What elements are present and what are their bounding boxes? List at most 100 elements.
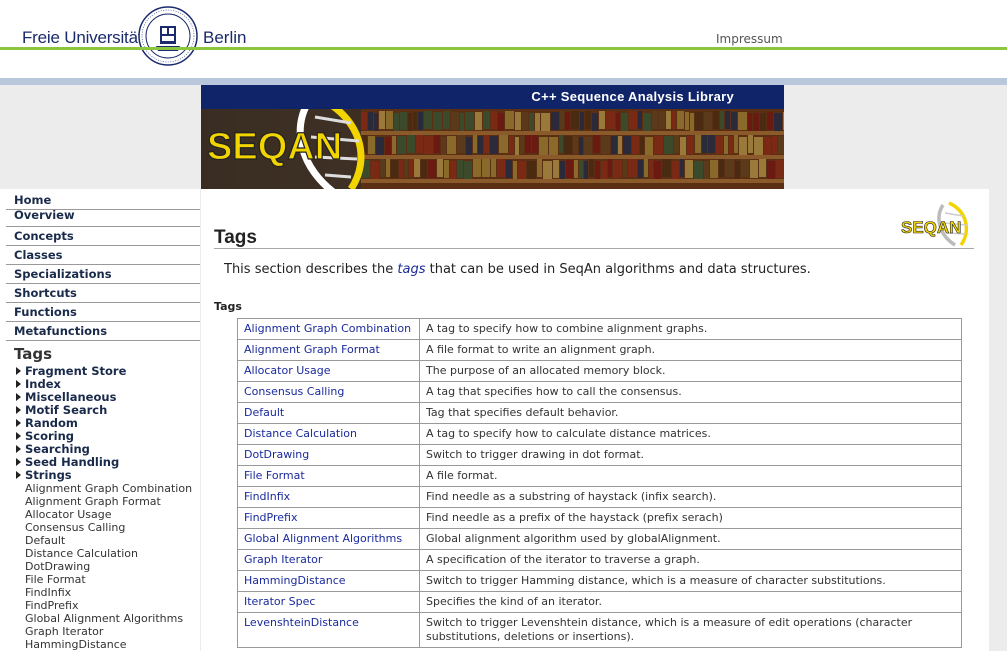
sidebar-section-title: Tags [14,345,53,363]
tag-description: Find needle as a substring of haystack (… [419,486,962,508]
tree-category-scoring[interactable]: Scoring [16,429,74,443]
nav-classes[interactable]: Classes [6,246,200,265]
university-seal-icon [138,6,198,66]
nav-metafunctions[interactable]: Metafunctions [6,322,200,341]
tag-description: Specifies the kind of an iterator. [419,591,962,613]
tag-name-link[interactable]: Global Alignment Algorithms [237,528,420,550]
tag-name-link[interactable]: FindInfix [237,486,420,508]
svg-text:SEQAN: SEQAN [901,218,961,237]
table-row: Allocator Usage The purpose of an allocat… [237,360,962,382]
sidebar-tag-link[interactable]: Consensus Calling [25,521,125,534]
table-row: Distance Calculation A tag to specify how… [237,423,962,445]
svg-text:SEQAN: SEQAN [207,126,342,168]
sidebar-tag-link[interactable]: Global Alignment Algorithms [25,612,183,625]
seqan-small-logo: SEQAN [901,201,969,247]
sidebar-tag-link[interactable]: Allocator Usage [25,508,112,521]
nav-concepts[interactable]: Concepts [6,227,200,246]
table-row: Default Tag that specifies default behavi… [237,402,962,424]
impressum-link[interactable]: Impressum [716,32,783,46]
sidebar-tag-link[interactable]: Distance Calculation [25,547,138,560]
expand-triangle-icon[interactable] [16,367,21,375]
nav-overview[interactable]: Overview [6,208,200,227]
banner-title: C++ Sequence Analysis Library [531,89,734,104]
tag-description: Switch to trigger Hamming distance, whic… [419,570,962,592]
tree-category-motif-search[interactable]: Motif Search [16,403,107,417]
tag-name-link[interactable]: Alignment Graph Combination [237,318,420,340]
banner-image: SEQAN [201,109,784,189]
table-row: Global Alignment Algorithms Global alignm… [237,528,962,550]
sidebar-tag-link[interactable]: Graph Iterator [25,625,103,638]
tags-table: Alignment Graph Combination A tag to spec… [237,318,962,648]
tag-name-link[interactable]: Default [237,402,420,424]
tree-category-random[interactable]: Random [16,416,78,430]
tag-name-link[interactable]: Alignment Graph Format [237,339,420,361]
tree-category-strings[interactable]: Strings [16,468,72,482]
header-blue-band [0,78,1007,85]
tag-description: A tag that specifies how to call the con… [419,381,962,403]
tag-name-link[interactable]: FindPrefix [237,507,420,529]
expand-triangle-icon[interactable] [16,458,21,466]
table-heading: Tags [214,300,242,313]
tag-description: A file format to write an alignment grap… [419,339,962,361]
tags-link[interactable]: tags [397,262,425,277]
sidebar-tag-link[interactable]: Alignment Graph Combination [25,482,192,495]
table-row: Iterator Spec Specifies the kind of an it… [237,591,962,613]
tree-category-searching[interactable]: Searching [16,442,90,456]
sidebar-tag-link[interactable]: FindPrefix [25,599,78,612]
tree-category-fragment-store[interactable]: Fragment Store [16,364,126,378]
sidebar: Home Overview Concepts Classes Specializ… [0,189,200,651]
tag-description: A specification of the iterator to trave… [419,549,962,571]
tag-name-link[interactable]: Iterator Spec [237,591,420,613]
sidebar-tag-link[interactable]: DotDrawing [25,560,90,573]
tree-category-seed-handling[interactable]: Seed Handling [16,455,119,469]
table-row: Alignment Graph Combination A tag to spec… [237,318,962,340]
table-row: DotDrawing Switch to trigger drawing in d… [237,444,962,466]
title-divider [214,248,974,249]
site-header: Freie Universität Berlin Impressum [0,0,1007,78]
page-title: Tags [214,227,257,248]
university-name-left: Freie Universität [22,28,143,47]
expand-triangle-icon[interactable] [16,419,21,427]
expand-triangle-icon[interactable] [16,380,21,388]
tag-name-link[interactable]: DotDrawing [237,444,420,466]
table-row: Consensus Calling A tag that specifies ho… [237,381,962,403]
intro-text: This section describes the tags that can… [224,262,811,277]
nav-specializations[interactable]: Specializations [6,265,200,284]
tree-category-index[interactable]: Index [16,377,61,391]
tag-name-link[interactable]: Allocator Usage [237,360,420,382]
sidebar-tag-link[interactable]: Alignment Graph Format [25,495,161,508]
expand-triangle-icon[interactable] [16,471,21,479]
expand-triangle-icon[interactable] [16,406,21,414]
sidebar-tag-link[interactable]: File Format [25,573,86,586]
nav-functions[interactable]: Functions [6,303,200,322]
tag-name-link[interactable]: Distance Calculation [237,423,420,445]
university-name-right: Berlin [203,28,247,47]
sidebar-tag-link[interactable]: Default [25,534,65,547]
expand-triangle-icon[interactable] [16,445,21,453]
table-row: FindPrefix Find needle as a prefix of the… [237,507,962,529]
table-row: HammingDistance Switch to trigger Hamming… [237,570,962,592]
table-row: Alignment Graph Format A file format to w… [237,339,962,361]
expand-triangle-icon[interactable] [16,393,21,401]
tag-name-link[interactable]: File Format [237,465,420,487]
sidebar-tag-link[interactable]: FindInfix [25,586,71,599]
table-row: FindInfix Find needle as a substring of h… [237,486,962,508]
table-row: LevenshteinDistance Switch to trigger Lev… [237,612,962,648]
tag-name-link[interactable]: Consensus Calling [237,381,420,403]
header-green-divider [0,47,1007,50]
tag-description: A file format. [419,465,962,487]
table-row: Graph Iterator A specification of the ite… [237,549,962,571]
tag-name-link[interactable]: HammingDistance [237,570,420,592]
tag-name-link[interactable]: Graph Iterator [237,549,420,571]
main-content: SEQAN Tags This section describes the ta… [201,189,989,651]
intro-text-end: that can be used in SeqAn algorithms and… [425,262,811,277]
nav-shortcuts[interactable]: Shortcuts [6,284,200,303]
tag-description: Switch to trigger drawing in dot format. [419,444,962,466]
sidebar-tag-link[interactable]: HammingDistance [25,638,127,651]
seqan-logo: SEQAN [206,109,365,189]
tree-category-miscellaneous[interactable]: Miscellaneous [16,390,116,404]
tag-description: A tag to specify how to calculate distan… [419,423,962,445]
expand-triangle-icon[interactable] [16,432,21,440]
tag-name-link[interactable]: LevenshteinDistance [237,612,420,648]
tag-description: A tag to specify how to combine alignmen… [419,318,962,340]
